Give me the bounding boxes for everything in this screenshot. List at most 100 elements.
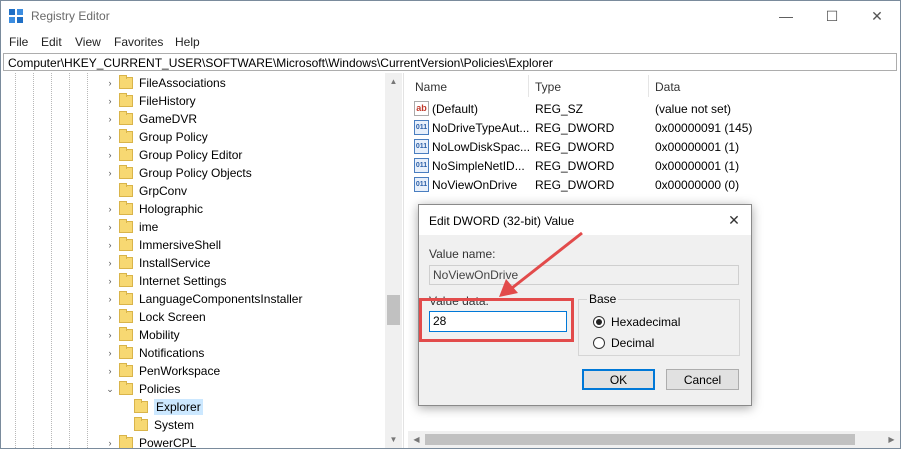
chevron-right-icon[interactable]: › <box>105 96 115 106</box>
chevron-right-icon[interactable]: › <box>105 348 115 358</box>
tree-item[interactable]: › Group Policy Editor <box>109 146 242 164</box>
column-separator[interactable] <box>648 75 649 97</box>
tree-vertical-scrollbar[interactable]: ▲ ▼ <box>385 73 402 448</box>
column-type-header[interactable]: Type <box>535 80 561 94</box>
value-data-cell: 0x00000001 (1) <box>655 140 740 154</box>
value-row[interactable]: ab (Default) REG_SZ (value not set) <box>408 100 900 118</box>
dialog-title: Edit DWORD (32-bit) Value <box>429 214 575 228</box>
tree-item[interactable]: › PowerCPL <box>109 434 196 448</box>
scroll-right-icon[interactable]: ▶ <box>883 431 900 448</box>
tree-item[interactable]: › Group Policy <box>109 128 208 146</box>
base-group-title: Base <box>587 292 619 306</box>
column-name-header[interactable]: Name <box>415 80 447 94</box>
tree-item[interactable]: › PenWorkspace <box>109 362 220 380</box>
chevron-right-icon[interactable]: › <box>105 438 115 448</box>
chevron-right-icon[interactable]: › <box>105 78 115 88</box>
title-bar: Registry Editor — ☐ ✕ <box>1 1 900 31</box>
maximize-button[interactable]: ☐ <box>809 1 855 31</box>
value-name-cell: NoDriveTypeAut... <box>432 121 530 135</box>
address-bar[interactable]: Computer\HKEY_CURRENT_USER\SOFTWARE\Micr… <box>3 53 897 71</box>
tree-item[interactable]: GrpConv <box>119 182 187 200</box>
tree-item-label: GameDVR <box>139 112 198 126</box>
cancel-button[interactable]: Cancel <box>666 369 739 390</box>
chevron-right-icon[interactable]: › <box>105 204 115 214</box>
folder-icon <box>119 327 133 341</box>
folder-icon <box>119 435 133 448</box>
value-name-field: NoViewOnDrive <box>429 265 739 285</box>
value-type-cell: REG_DWORD <box>535 121 615 135</box>
tree-item[interactable]: › Notifications <box>109 344 204 362</box>
decimal-radio[interactable] <box>593 337 605 349</box>
tree-item-label: Policies <box>139 382 181 396</box>
chevron-right-icon[interactable]: › <box>105 294 115 304</box>
list-horizontal-scrollbar[interactable]: ◀ ▶ <box>408 431 900 448</box>
chevron-right-icon[interactable]: › <box>105 258 115 268</box>
value-name-cell: NoLowDiskSpac... <box>432 140 531 154</box>
tree-item[interactable]: ⌄ Policies <box>106 380 181 398</box>
decimal-label[interactable]: Decimal <box>611 336 654 350</box>
list-scroll-thumb[interactable] <box>425 434 855 445</box>
tree-guide-line <box>15 73 16 448</box>
tree-item[interactable]: › FileHistory <box>109 92 196 110</box>
tree-item[interactable]: › Holographic <box>109 200 203 218</box>
chevron-right-icon[interactable]: › <box>105 150 115 160</box>
folder-icon <box>119 363 133 377</box>
menu-help[interactable]: Help <box>175 35 200 49</box>
value-type-cell: REG_SZ <box>535 102 584 116</box>
hexadecimal-label[interactable]: Hexadecimal <box>611 315 680 329</box>
chevron-right-icon[interactable]: › <box>105 276 115 286</box>
tree-item-label: ime <box>139 220 159 234</box>
ok-button[interactable]: OK <box>582 369 655 390</box>
tree-item-label: GrpConv <box>139 184 188 198</box>
chevron-right-icon[interactable]: › <box>105 114 115 124</box>
tree-item[interactable]: › LanguageComponentsInstaller <box>109 290 302 308</box>
hexadecimal-radio[interactable] <box>593 316 605 328</box>
close-window-button[interactable]: ✕ <box>854 1 900 31</box>
chevron-right-icon[interactable]: › <box>105 168 115 178</box>
value-name-cell: NoViewOnDrive <box>432 178 518 192</box>
chevron-right-icon[interactable]: › <box>105 330 115 340</box>
chevron-right-icon[interactable]: › <box>105 240 115 250</box>
chevron-right-icon[interactable]: › <box>105 222 115 232</box>
value-row[interactable]: 011 NoLowDiskSpac... REG_DWORD 0x00000001 (… <box>408 138 900 156</box>
tree-item[interactable]: Explorer <box>134 398 203 416</box>
tree-item[interactable]: › Internet Settings <box>109 272 226 290</box>
folder-icon <box>134 417 148 431</box>
dialog-close-button[interactable]: ✕ <box>717 205 751 235</box>
tree-item[interactable]: › InstallService <box>109 254 210 272</box>
registry-tree: › FileAssociations › FileHistory › GameDVR › Gr… <box>1 73 403 448</box>
chevron-right-icon[interactable]: › <box>105 366 115 376</box>
tree-item[interactable]: › ImmersiveShell <box>109 236 221 254</box>
value-row[interactable]: 011 NoViewOnDrive REG_DWORD 0x00000000 (0) <box>408 176 900 194</box>
menu-edit[interactable]: Edit <box>41 35 62 49</box>
tree-item[interactable]: › GameDVR <box>109 110 198 128</box>
scroll-up-icon[interactable]: ▲ <box>385 73 402 90</box>
menu-favorites[interactable]: Favorites <box>114 35 163 49</box>
value-data-cell: 0x00000000 (0) <box>655 178 740 192</box>
chevron-right-icon[interactable]: › <box>105 312 115 322</box>
column-data-header[interactable]: Data <box>655 80 680 94</box>
scroll-down-icon[interactable]: ▼ <box>385 431 402 448</box>
chevron-down-icon[interactable]: ⌄ <box>105 384 115 394</box>
tree-item[interactable]: › Lock Screen <box>109 308 206 326</box>
folder-icon <box>134 399 148 413</box>
tree-item[interactable]: › FileAssociations <box>109 74 226 92</box>
value-row[interactable]: 011 NoDriveTypeAut... REG_DWORD 0x00000091 … <box>408 119 900 137</box>
minimize-button[interactable]: — <box>763 1 809 31</box>
menu-view[interactable]: View <box>75 35 101 49</box>
scroll-left-icon[interactable]: ◀ <box>408 431 425 448</box>
column-separator[interactable] <box>528 75 529 97</box>
tree-guide-line <box>33 73 34 448</box>
chevron-right-icon[interactable]: › <box>105 132 115 142</box>
tree-item-label: Group Policy <box>139 130 208 144</box>
tree-item[interactable]: System <box>134 416 194 434</box>
value-row[interactable]: 011 NoSimpleNetID... REG_DWORD 0x00000001 (… <box>408 157 900 175</box>
tree-item[interactable]: › Group Policy Objects <box>109 164 252 182</box>
tree-item[interactable]: › ime <box>109 218 159 236</box>
folder-icon <box>119 147 133 161</box>
tree-scroll-thumb[interactable] <box>387 295 400 325</box>
value-type-cell: REG_DWORD <box>535 178 615 192</box>
tree-item[interactable]: › Mobility <box>109 326 180 344</box>
menu-file[interactable]: File <box>9 35 28 49</box>
dword-value-icon: 011 <box>414 158 429 173</box>
